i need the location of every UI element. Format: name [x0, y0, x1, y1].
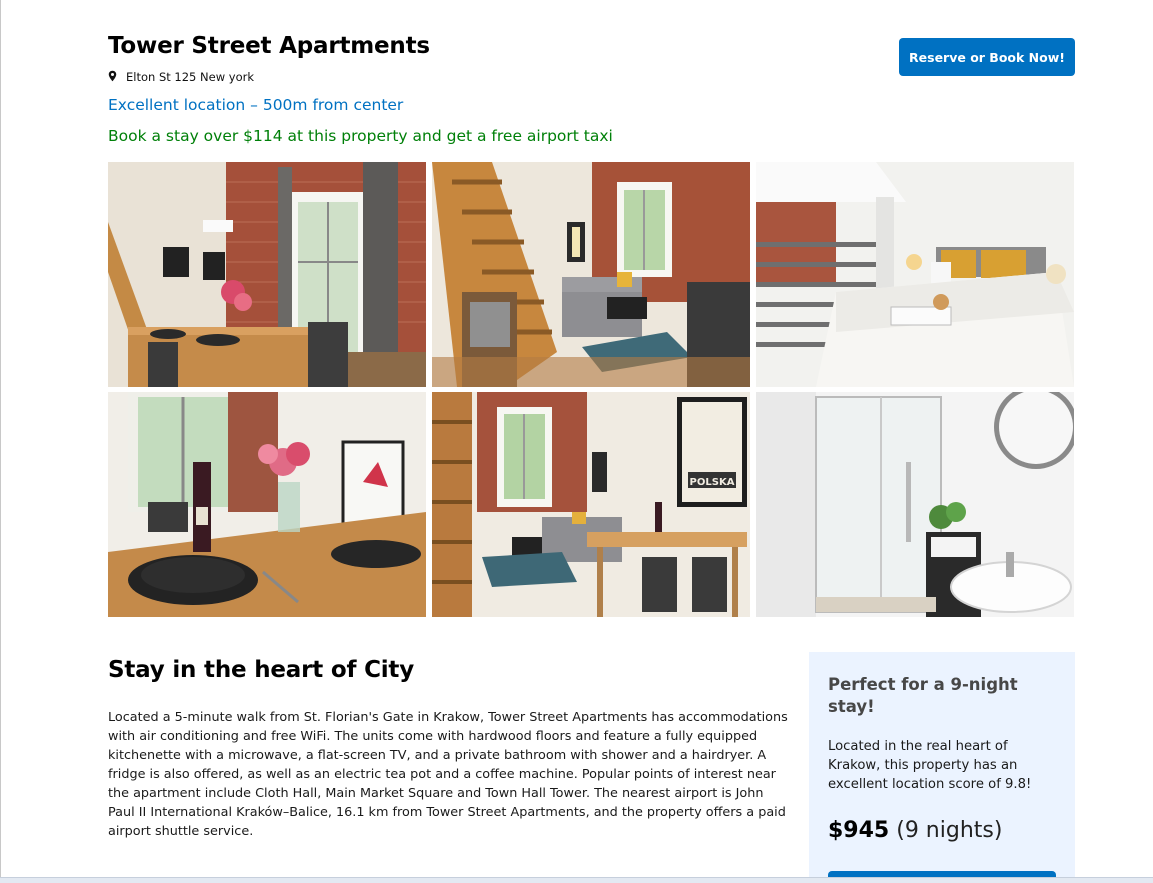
- gallery-photo-4[interactable]: [108, 392, 426, 617]
- sidebar-heading: Perfect for a 9-night stay!: [828, 675, 1018, 716]
- map-pin-icon: [108, 70, 120, 84]
- description-section: Stay in the heart of City Located a 5-mi…: [108, 654, 793, 841]
- price-amount: $945: [828, 818, 890, 843]
- photo-dining-area: [108, 162, 426, 387]
- sidebar-text: Located in the real heart of Krakow, thi…: [828, 739, 1032, 792]
- svg-text:POLSKA: POLSKA: [690, 477, 735, 488]
- gallery-photo-3[interactable]: [756, 162, 1074, 387]
- window-bottom-edge: [0, 877, 1153, 883]
- description-heading: Stay in the heart of City: [108, 657, 415, 683]
- reserve-button-top[interactable]: Reserve or Book Now!: [899, 38, 1075, 76]
- gallery-photo-1[interactable]: [108, 162, 426, 387]
- window-left-border: [0, 0, 1, 883]
- photo-living-room: [432, 162, 750, 387]
- price-display: $945 (9 nights): [828, 816, 1056, 846]
- address-text: Elton St 125 New york: [126, 70, 254, 84]
- photo-polska-room: POLSKA: [432, 392, 750, 617]
- gallery-photo-6[interactable]: [756, 392, 1074, 617]
- photo-gallery: POLSKA: [108, 162, 1075, 617]
- booking-sidebar: Perfect for a 9-night stay! Located in t…: [809, 652, 1075, 883]
- photo-dining-table: [108, 392, 426, 617]
- photo-bedroom: [756, 162, 1074, 387]
- description-body: Located a 5-minute walk from St. Florian…: [108, 710, 788, 839]
- location-note: Excellent location – 500m from center: [108, 96, 404, 114]
- gallery-photo-2[interactable]: [432, 162, 750, 387]
- photo-bathroom: [756, 392, 1074, 617]
- price-nights: (9 nights): [896, 818, 1003, 843]
- gallery-photo-5[interactable]: POLSKA: [432, 392, 750, 617]
- promo-text: Book a stay over $114 at this property a…: [108, 127, 613, 145]
